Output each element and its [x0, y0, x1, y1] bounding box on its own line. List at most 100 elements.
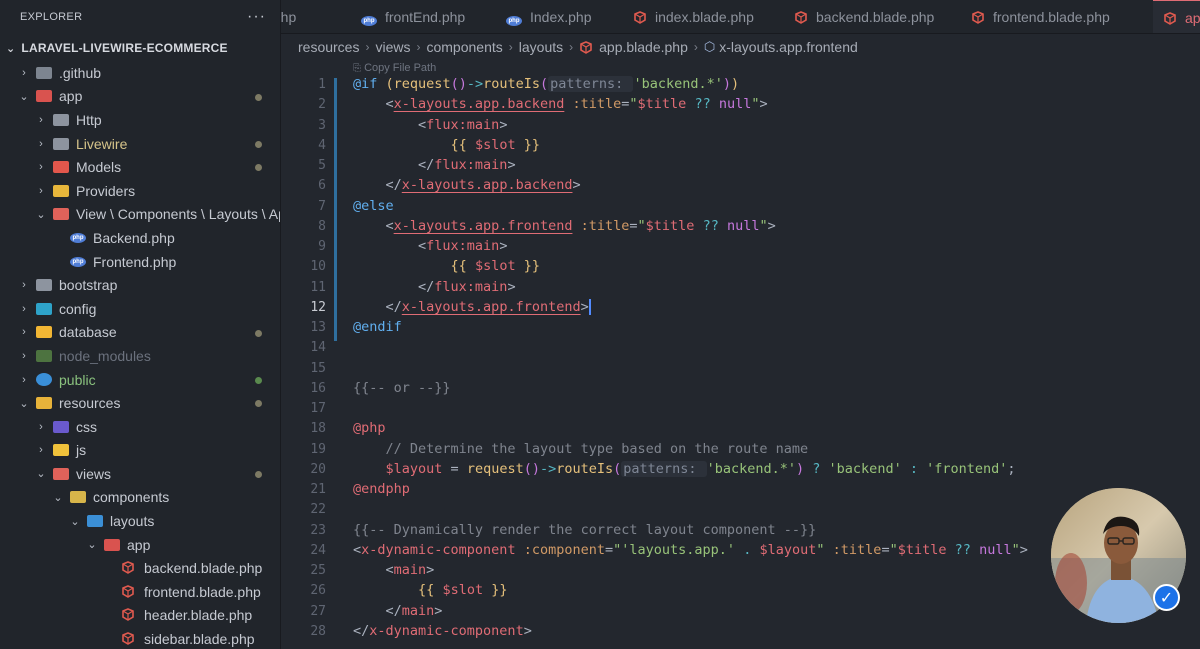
tree-item[interactable]: ⌄ views: [0, 462, 280, 486]
folder-node-icon: [36, 349, 52, 362]
tree-item[interactable]: ›phpBackend.php: [0, 226, 280, 250]
tree-item[interactable]: › .github: [0, 61, 280, 85]
tree-item[interactable]: ›frontend.blade.php: [0, 580, 280, 604]
tree-item[interactable]: ⌄ components: [0, 486, 280, 510]
code-line[interactable]: <x-layouts.app.frontend :title="$title ?…: [353, 218, 776, 234]
code-line[interactable]: {{-- Dynamically render the correct layo…: [353, 522, 816, 538]
tree-item[interactable]: ⌄ app: [0, 85, 280, 109]
tree-item[interactable]: › Http: [0, 108, 280, 132]
tab-app[interactable]: app: [1153, 0, 1200, 33]
tree-item[interactable]: › css: [0, 415, 280, 439]
breadcrumb-item[interactable]: views: [375, 39, 410, 55]
code-line[interactable]: @endphp: [353, 481, 410, 497]
tree-item[interactable]: › Models: [0, 155, 280, 179]
tree-item[interactable]: › bootstrap: [0, 273, 280, 297]
code-line[interactable]: </flux:main>: [353, 157, 516, 173]
git-status-dot: [255, 400, 262, 408]
code-line[interactable]: <x-dynamic-component :component="'layout…: [353, 542, 1028, 558]
tree-item-label: components: [93, 489, 170, 506]
line-number: 17: [310, 401, 326, 416]
folder-providers-icon: [53, 184, 69, 197]
chevron-right-icon: ›: [39, 161, 43, 174]
chevron-right-icon: ›: [693, 40, 698, 54]
code-line[interactable]: <x-layouts.app.backend :title="$title ??…: [353, 96, 768, 112]
folder-models-icon: [53, 161, 69, 174]
tree-item[interactable]: ›backend.blade.php: [0, 556, 280, 580]
git-status-dot: [255, 140, 262, 148]
chevron-down-icon: ⌄: [36, 208, 46, 221]
breadcrumb-item[interactable]: layouts: [519, 39, 563, 55]
git-status-dot: [255, 329, 262, 337]
breadcrumb-file[interactable]: app.blade.php: [599, 39, 688, 55]
chevron-right-icon: ›: [39, 420, 43, 433]
tree-item[interactable]: › config: [0, 297, 280, 321]
code-line[interactable]: <flux:main>: [353, 117, 507, 133]
tree-item[interactable]: ›sidebar.blade.php: [0, 627, 280, 649]
workspace-root-label: LARAVEL-LIVEWIRE-ECOMMERCE: [21, 41, 228, 55]
code-line[interactable]: </flux:main>: [353, 279, 516, 295]
tree-item-label: sidebar.blade.php: [144, 631, 255, 648]
codelens-copy-path[interactable]: ⎘ Copy File Path: [353, 62, 436, 74]
code-line[interactable]: {{ $slot }}: [353, 582, 507, 598]
code-line[interactable]: </main>: [353, 603, 443, 619]
line-number: 25: [310, 563, 326, 578]
tab-index-php[interactable]: php Index.php: [506, 0, 612, 33]
code-line[interactable]: @endif: [353, 319, 402, 335]
code-line[interactable]: $layout = request()->routeIs(patterns: '…: [353, 460, 1016, 477]
chevron-right-icon: ›: [22, 302, 26, 315]
code-line[interactable]: <main>: [353, 562, 435, 578]
code-line[interactable]: {{ $slot }}: [353, 137, 540, 153]
tree-item[interactable]: ⌄ resources: [0, 391, 280, 415]
tree-item[interactable]: › node_modules: [0, 344, 280, 368]
tree-item-label: js: [76, 442, 87, 459]
tree-item-label: Livewire: [76, 135, 128, 152]
tab-php[interactable]: .php: [281, 0, 316, 33]
code-line[interactable]: // Determine the layout type based on th…: [353, 441, 809, 457]
breadcrumb-item[interactable]: components: [426, 39, 502, 55]
folder-icon: [53, 113, 69, 126]
line-number: 2: [318, 97, 326, 113]
tree-item[interactable]: ›header.blade.php: [0, 604, 280, 628]
folder-app-icon: [104, 538, 120, 551]
tree-item-label: views: [76, 465, 112, 482]
tab-backend-blade-php[interactable]: backend.blade.php: [794, 0, 954, 33]
line-number: 18: [310, 421, 326, 437]
workspace-root[interactable]: ⌄ LARAVEL-LIVEWIRE-ECOMMERCE: [0, 35, 280, 61]
git-status-dot: [255, 471, 262, 479]
tree-item[interactable]: ⌄ app: [0, 533, 280, 557]
line-number: 21: [310, 482, 326, 497]
tree-item[interactable]: ⌄ layouts: [0, 509, 280, 533]
tree-item-label: backend.blade.php: [144, 560, 263, 577]
tree-item[interactable]: › Livewire: [0, 132, 280, 156]
code-line[interactable]: <flux:main>: [353, 238, 507, 254]
tree-item-label: bootstrap: [59, 277, 118, 294]
code-line[interactable]: </x-dynamic-component>: [353, 623, 532, 639]
chevron-down-icon: ⌄: [6, 42, 16, 55]
line-number: 4: [318, 137, 326, 153]
code-line[interactable]: {{-- or --}}: [353, 380, 451, 396]
line-number: 9: [318, 239, 326, 254]
code-line[interactable]: @if (request()->routeIs(patterns: 'backe…: [353, 76, 739, 92]
tree-item-label: View \ Components \ Layouts \ App: [76, 206, 281, 223]
tree-item[interactable]: › js: [0, 439, 280, 463]
tab-index-blade-php[interactable]: index.blade.php: [633, 0, 774, 33]
tree-item-label: database: [59, 324, 117, 341]
breadcrumb-symbol[interactable]: x-layouts.app.frontend: [719, 39, 858, 55]
code-line[interactable]: </x-layouts.app.backend>: [353, 177, 581, 193]
code-line[interactable]: @else: [353, 198, 394, 214]
tab-label: frontend.blade.php: [993, 9, 1110, 25]
code-line[interactable]: {{ $slot }}: [353, 258, 540, 274]
tree-item[interactable]: ⌄ View \ Components \ Layouts \ App: [0, 203, 280, 227]
tab-frontend-blade-php[interactable]: frontend.blade.php: [971, 0, 1130, 33]
tab-frontend-php[interactable]: php frontEnd.php: [361, 0, 485, 33]
code-line[interactable]: @php: [353, 420, 386, 436]
breadcrumb-item[interactable]: resources: [298, 39, 359, 55]
tree-item[interactable]: › database: [0, 321, 280, 345]
tree-item[interactable]: › Providers: [0, 179, 280, 203]
tree-item[interactable]: ›phpFrontend.php: [0, 250, 280, 274]
tree-item[interactable]: › public: [0, 368, 280, 392]
more-actions-icon[interactable]: ···: [247, 8, 266, 26]
git-status-dot: [255, 93, 262, 101]
line-number: 6: [318, 178, 326, 194]
code-line[interactable]: </x-layouts.app.frontend>: [353, 298, 591, 315]
